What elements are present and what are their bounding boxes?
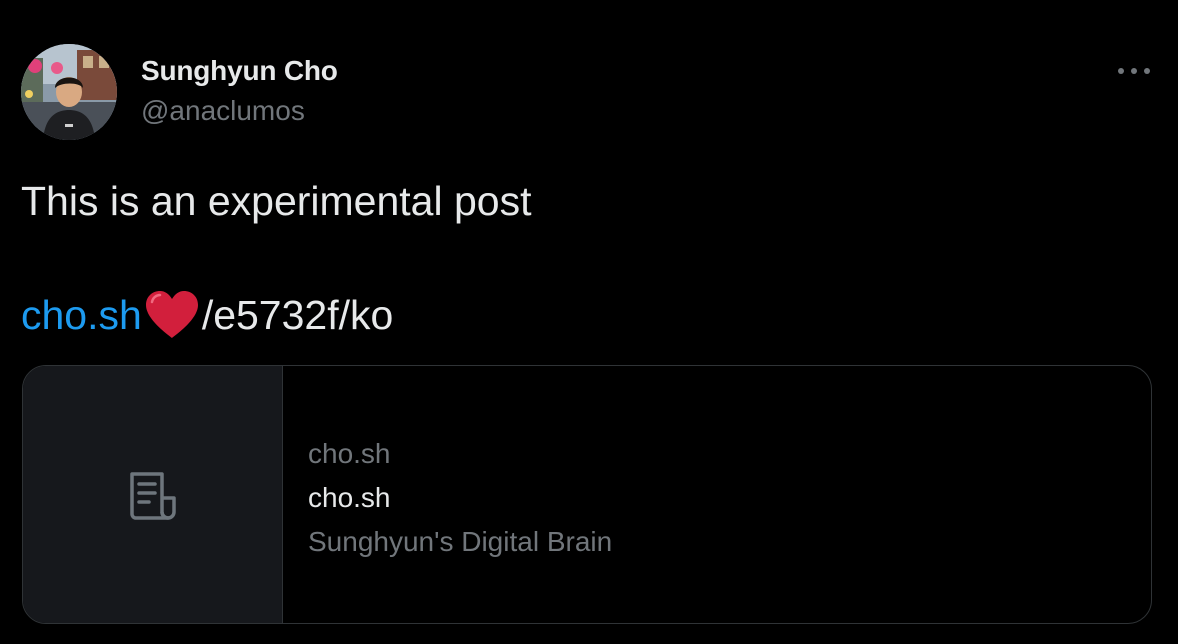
more-horizontal-icon — [1118, 68, 1150, 74]
tweet-text: This is an experimental post — [21, 178, 532, 224]
card-body: cho.sh cho.sh Sunghyun's Digital Brain — [283, 366, 1151, 623]
author-handle[interactable]: @anaclumos — [141, 95, 305, 127]
card-description: Sunghyun's Digital Brain — [308, 526, 613, 557]
avatar-photo — [21, 44, 117, 140]
avatar[interactable] — [21, 44, 117, 140]
author-name[interactable]: Sunghyun Cho — [141, 55, 338, 87]
tweet-link-line: cho.sh /e5732f/ko — [21, 290, 393, 340]
red-heart-icon — [144, 290, 200, 340]
card-title: cho.sh — [308, 482, 391, 513]
tweet-link[interactable]: cho.sh — [21, 292, 142, 339]
tweet-link-path: /e5732f/ko — [201, 291, 394, 338]
link-preview-card[interactable]: cho.sh cho.sh Sunghyun's Digital Brain — [22, 365, 1152, 624]
document-icon — [124, 468, 180, 524]
card-media — [23, 366, 283, 623]
card-domain: cho.sh — [308, 438, 391, 469]
tweet: Sunghyun Cho @anaclumos This is an exper… — [0, 0, 1178, 644]
more-options-button[interactable] — [1112, 56, 1156, 86]
